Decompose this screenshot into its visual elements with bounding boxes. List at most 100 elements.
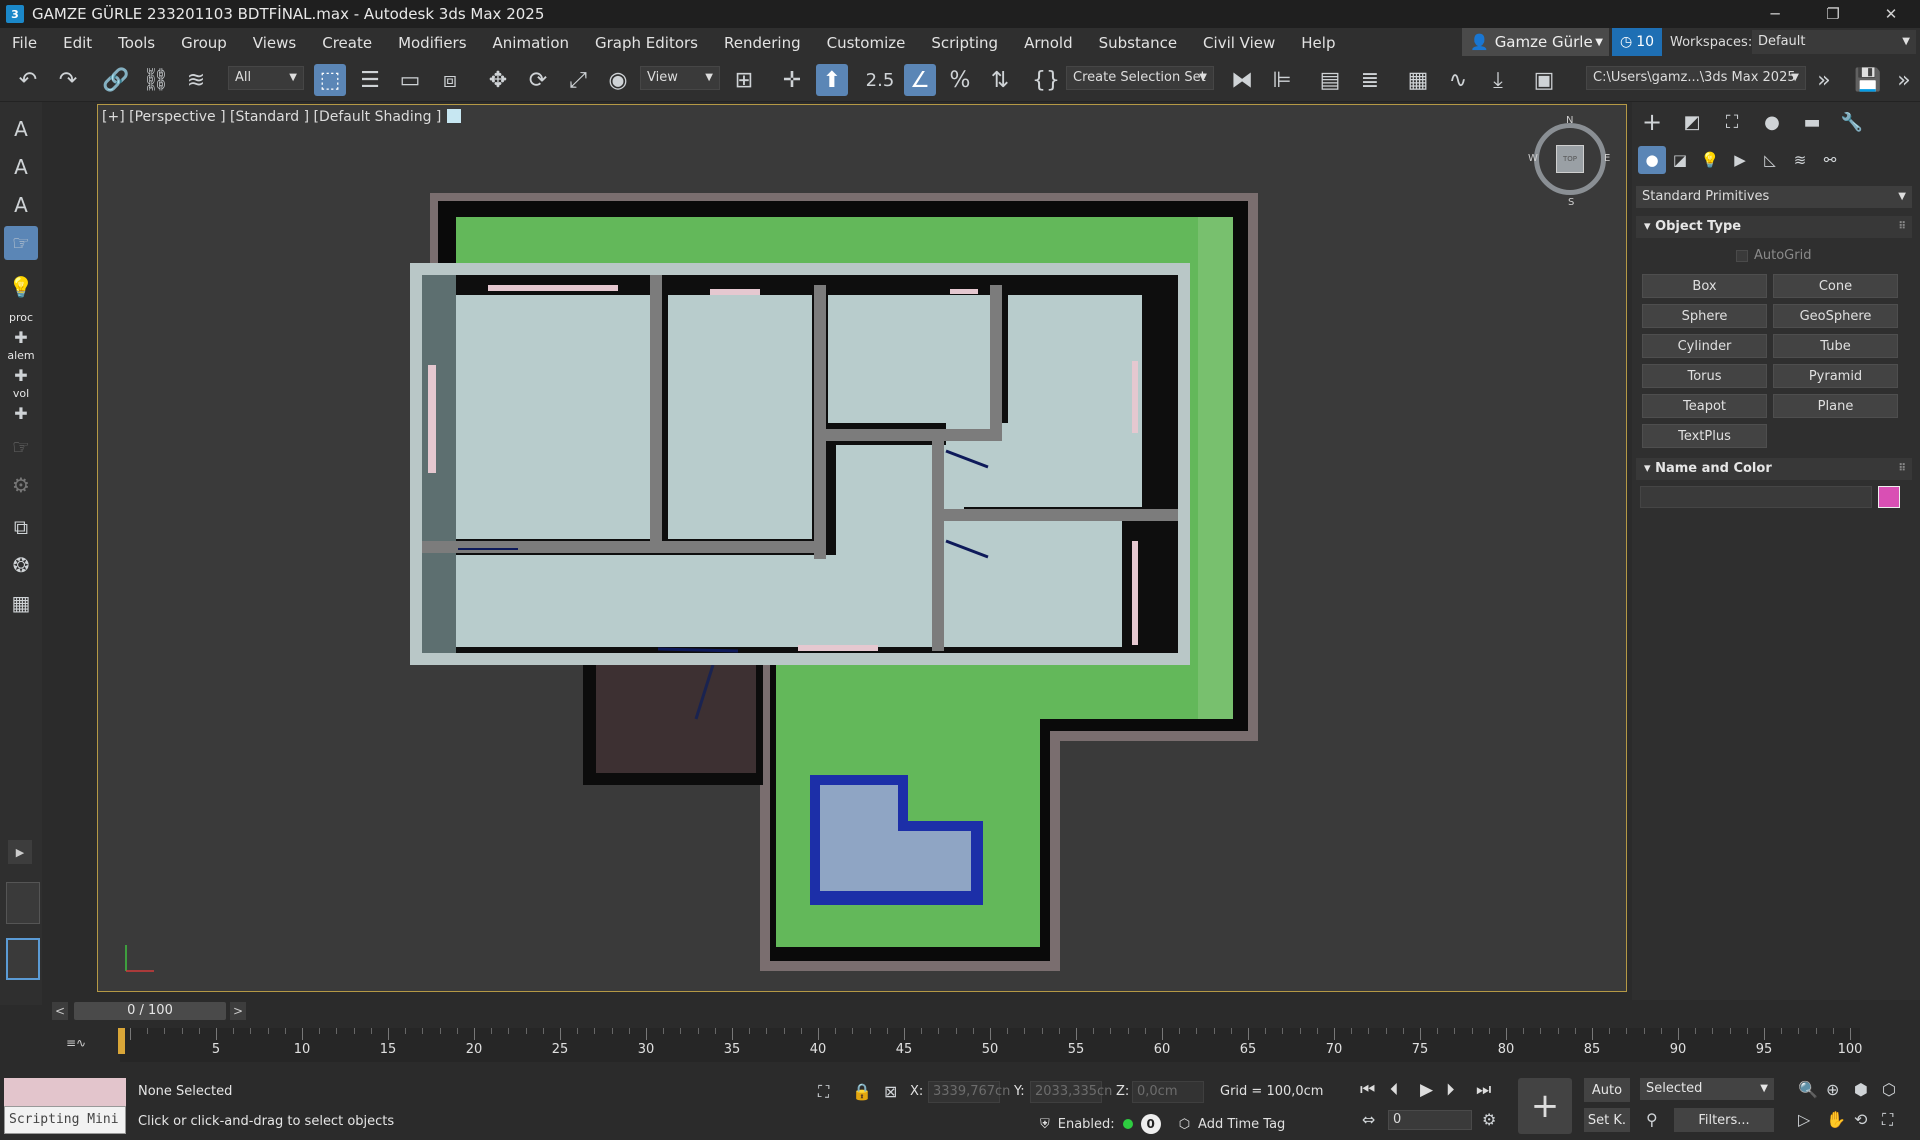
current-frame-marker[interactable] (118, 1028, 125, 1054)
key-filter-select[interactable]: Selected ▼ (1640, 1078, 1774, 1100)
scripting-mini-input[interactable]: Scripting Mini (4, 1106, 126, 1134)
bind-space-warp-icon[interactable]: ≋ (180, 64, 212, 96)
pan-view-icon[interactable]: ✋ (1826, 1110, 1846, 1129)
time-slider-prev-button[interactable]: < (52, 1002, 68, 1020)
perspective-viewport[interactable]: [+] [Perspective ] [Standard ] [Default … (97, 104, 1627, 992)
adaptive-degradation-icon[interactable]: ⛨ (1040, 1117, 1050, 1132)
move-icon[interactable]: ✥ (482, 64, 514, 96)
vol-add-icon[interactable]: ✚ (4, 396, 38, 430)
time-configuration-icon[interactable]: ⚙ (1482, 1110, 1496, 1129)
enabled-badge[interactable]: 0 (1140, 1114, 1161, 1134)
menu-scripting[interactable]: Scripting (918, 28, 1011, 58)
go-to-start-icon[interactable]: ⏮ (1360, 1080, 1375, 1100)
current-frame-field[interactable]: 0 (1388, 1110, 1472, 1130)
close-icon[interactable]: ✕ (1862, 0, 1920, 28)
field-of-view-icon[interactable]: ▷ (1798, 1110, 1810, 1129)
redo-icon[interactable]: ↷ (52, 64, 84, 96)
viewcube[interactable]: TOP (1534, 123, 1606, 195)
object-name-input[interactable] (1640, 486, 1872, 508)
zoom-extents-all-icon[interactable]: ⬡ (1882, 1080, 1896, 1099)
menu-rendering[interactable]: Rendering (711, 28, 814, 58)
time-slider-next-button[interactable]: > (230, 1002, 246, 1020)
minimize-icon[interactable]: ─ (1746, 0, 1804, 28)
motion-tab-icon[interactable]: ● (1754, 108, 1790, 136)
selection-filter-select[interactable]: All ▼ (228, 66, 304, 90)
object-type-rollout[interactable]: ▾ Object Type ⠿ (1636, 216, 1912, 238)
tube-button[interactable]: Tube (1773, 334, 1898, 358)
orbit-icon[interactable]: ⟲ (1854, 1110, 1867, 1129)
menu-edit[interactable]: Edit (50, 28, 105, 58)
menu-tools[interactable]: Tools (105, 28, 168, 58)
enabled-status-dot[interactable] (1122, 1119, 1133, 1129)
name-and-color-rollout[interactable]: ▾ Name and Color ⠿ (1636, 458, 1912, 480)
maxscript-listener-mini[interactable] (4, 1078, 126, 1106)
filters-button[interactable]: Filters... (1674, 1108, 1774, 1132)
curve-editor-icon[interactable]: ∿ (1442, 64, 1474, 96)
helpers-category-icon[interactable]: ◺ (1756, 146, 1784, 174)
spinner-snap-icon[interactable]: ⇅ (984, 64, 1016, 96)
autogrid-checkbox[interactable]: AutoGrid (1736, 248, 1811, 263)
menu-group[interactable]: Group (168, 28, 240, 58)
autogrid-check-box[interactable] (1736, 249, 1748, 262)
primitives-category-select[interactable]: Standard Primitives ▼ (1636, 186, 1912, 208)
toggle-ribbon-icon[interactable]: ▦ (1402, 64, 1434, 96)
cylinder-button[interactable]: Cylinder (1642, 334, 1767, 358)
zoom-extents-icon[interactable]: ⬢ (1854, 1080, 1868, 1099)
torus-button[interactable]: Torus (1642, 364, 1767, 388)
selection-lock-icon[interactable]: 🔒 (852, 1082, 872, 1101)
rotate-icon[interactable]: ⟳ (522, 64, 554, 96)
next-frame-icon[interactable]: ⏵ (1446, 1080, 1455, 1100)
viewport-layout-split[interactable] (6, 882, 40, 924)
menu-customize[interactable]: Customize (814, 28, 919, 58)
go-to-end-icon[interactable]: ⏭ (1476, 1080, 1491, 1100)
sphere-button[interactable]: Sphere (1642, 304, 1767, 328)
place-icon[interactable]: ◉ (602, 64, 634, 96)
undo-icon[interactable]: ↶ (12, 64, 44, 96)
menu-animation[interactable]: Animation (480, 28, 582, 58)
create-selection-set-select[interactable]: Create Selection Set ▼ (1066, 66, 1214, 90)
maximize-viewport-icon[interactable]: ⛶ (1882, 1110, 1893, 1130)
geometry-category-icon[interactable]: ● (1638, 146, 1666, 174)
unlink-icon[interactable]: ⛓ (140, 64, 172, 96)
select-by-name-icon[interactable]: ☰ (354, 64, 386, 96)
geosphere-button[interactable]: GeoSphere (1773, 304, 1898, 328)
shapes-category-icon[interactable]: ◪ (1666, 146, 1694, 174)
spacewarps-category-icon[interactable]: ≋ (1786, 146, 1814, 174)
pivot-center-icon[interactable]: ⊞ (728, 64, 760, 96)
link-icon[interactable]: 🔗 (100, 64, 132, 96)
menu-help[interactable]: Help (1288, 28, 1348, 58)
bubble-icon[interactable]: ❂ (4, 548, 38, 582)
systems-category-icon[interactable]: ⚯ (1816, 146, 1844, 174)
cone-button[interactable]: Cone (1773, 274, 1898, 298)
menu-arnold[interactable]: Arnold (1011, 28, 1086, 58)
isolate-selection-icon[interactable]: ⛶ (818, 1082, 829, 1102)
select-object-icon[interactable]: ⬚ (314, 64, 346, 96)
hand-tool-icon[interactable]: ☞ (4, 226, 38, 260)
absolute-mode-icon[interactable]: ⊠ (884, 1082, 897, 1101)
mini-curve-editor-icon[interactable]: ≡∿ (66, 1036, 86, 1050)
z-coordinate-field[interactable]: 0,0cm (1132, 1081, 1204, 1103)
align-icon[interactable]: ⊫ (1266, 64, 1298, 96)
textplus-button[interactable]: TextPlus (1642, 424, 1767, 448)
menu-views[interactable]: Views (240, 28, 309, 58)
scale-icon[interactable]: ⤢ (562, 64, 594, 96)
teapot-button[interactable]: Teapot (1642, 394, 1767, 418)
gallery-icon[interactable]: ▦ (4, 586, 38, 620)
modify-tab-icon[interactable]: ◩ (1674, 108, 1710, 136)
layers-icon[interactable]: ⧉ (4, 510, 38, 544)
set-key-button[interactable]: Set K. (1584, 1108, 1630, 1132)
select-manipulate-icon[interactable]: ✛ (776, 64, 808, 96)
save-icon[interactable]: 💾 (1852, 64, 1884, 96)
user-account-button[interactable]: 👤 Gamze Gürle ▼ (1462, 28, 1609, 56)
more-tools-icon[interactable]: » (1808, 64, 1840, 96)
auto-key-button[interactable]: Auto (1584, 1078, 1630, 1102)
menu-substance[interactable]: Substance (1086, 28, 1190, 58)
display-tab-icon[interactable]: ▬ (1794, 108, 1830, 136)
y-coordinate-field[interactable]: 2033,335cn (1030, 1081, 1112, 1103)
edit-named-selection-icon[interactable]: {} (1030, 64, 1062, 96)
time-slider-thumb[interactable]: 0 / 100 (74, 1002, 226, 1020)
mirror-icon[interactable]: ⧓ (1226, 64, 1258, 96)
window-crossing-icon[interactable]: ⧈ (434, 64, 466, 96)
hierarchy-tab-icon[interactable]: ⛶ (1714, 108, 1750, 136)
cameras-category-icon[interactable]: ▶ (1726, 146, 1754, 174)
